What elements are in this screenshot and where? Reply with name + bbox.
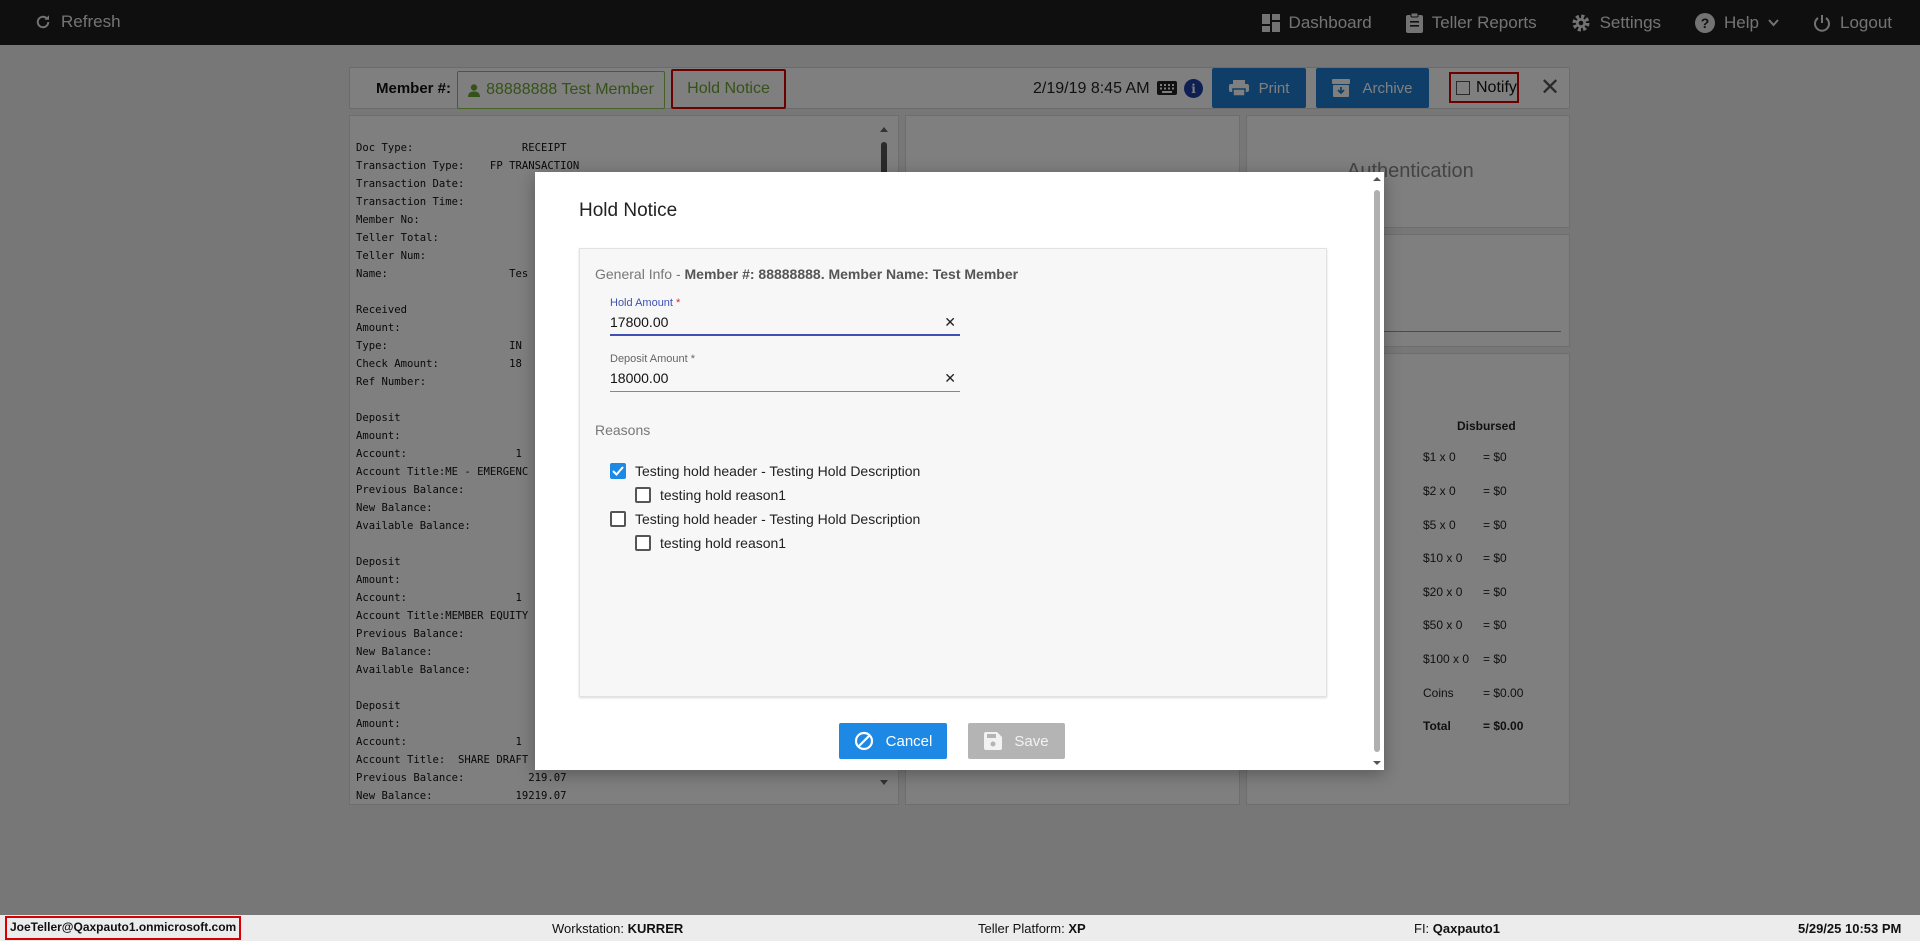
fi-label: FI: [1414,921,1430,936]
required-mark: * [676,297,681,309]
logged-in-user: JoeTeller@Qaxpauto1.onmicrosoft.com [5,916,242,940]
reasons-label: Reasons [595,422,651,438]
general-info-prefix: General Info - [595,266,685,282]
reason-label: Testing hold header - Testing Hold Descr… [635,463,921,479]
platform-label: Teller Platform: [978,921,1065,936]
workstation-value: KURRER [627,921,684,936]
deposit-amount-label-text: Deposit Amount [610,353,688,365]
hold-amount-value: 17800.00 [610,314,669,330]
workstation-label: Workstation: [552,921,625,936]
general-info-member: Member #: 88888888. Member Name: Test Me… [684,266,1019,282]
hold-notice-form: General Info - Member #: 88888888. Membe… [579,248,1327,697]
clear-icon[interactable]: ✕ [944,370,956,387]
platform-info: Teller Platform: XP [978,921,1086,936]
hold-amount-input[interactable]: 17800.00 ✕ [610,309,960,336]
cancel-label: Cancel [885,732,933,750]
checkbox-checked[interactable] [610,463,626,479]
dialog-title: Hold Notice [579,200,678,221]
status-datetime: 5/29/25 10:53 PM [1798,921,1902,936]
hold-amount-label: Hold Amount * [610,297,960,309]
dialog-scrollbar[interactable] [1372,174,1382,768]
cancel-button[interactable]: Cancel [839,723,947,759]
save-button[interactable]: Save [968,723,1065,759]
fi-value: Qaxpauto1 [1432,921,1500,936]
workstation-info: Workstation: KURRER [552,921,683,936]
deposit-amount-input[interactable]: 18000.00 ✕ [610,365,960,392]
checkbox-unchecked[interactable] [610,511,626,527]
save-label: Save [1014,732,1049,750]
ban-icon [854,731,874,751]
scrollbar-thumb[interactable] [1374,190,1380,752]
reason-label: testing hold reason1 [660,535,787,551]
deposit-amount-label: Deposit Amount * [610,353,960,365]
deposit-amount-value: 18000.00 [610,370,669,386]
general-info: General Info - Member #: 88888888. Membe… [595,266,1018,282]
status-bar: JoeTeller@Qaxpauto1.onmicrosoft.com Work… [0,915,1920,941]
checkbox-unchecked[interactable] [635,535,651,551]
reason-header-checkbox[interactable]: Testing hold header - Testing Hold Descr… [610,463,920,479]
reason-sub-checkbox[interactable]: testing hold reason1 [635,487,786,503]
floppy-disk-icon [984,732,1003,750]
reason-label: testing hold reason1 [660,487,787,503]
required-mark: * [690,353,695,365]
reason-sub-checkbox[interactable]: testing hold reason1 [635,535,786,551]
platform-value: XP [1068,921,1086,936]
clear-icon[interactable]: ✕ [944,314,956,331]
hold-amount-field: Hold Amount * 17800.00 ✕ [610,297,960,336]
fi-info: FI: Qaxpauto1 [1414,921,1500,936]
reason-header-checkbox[interactable]: Testing hold header - Testing Hold Descr… [610,511,920,527]
hold-amount-label-text: Hold Amount [610,297,673,309]
checkbox-unchecked[interactable] [635,487,651,503]
hold-notice-dialog: Hold Notice General Info - Member #: 888… [535,172,1384,770]
deposit-amount-field: Deposit Amount * 18000.00 ✕ [610,353,960,392]
reason-label: Testing hold header - Testing Hold Descr… [635,511,921,527]
